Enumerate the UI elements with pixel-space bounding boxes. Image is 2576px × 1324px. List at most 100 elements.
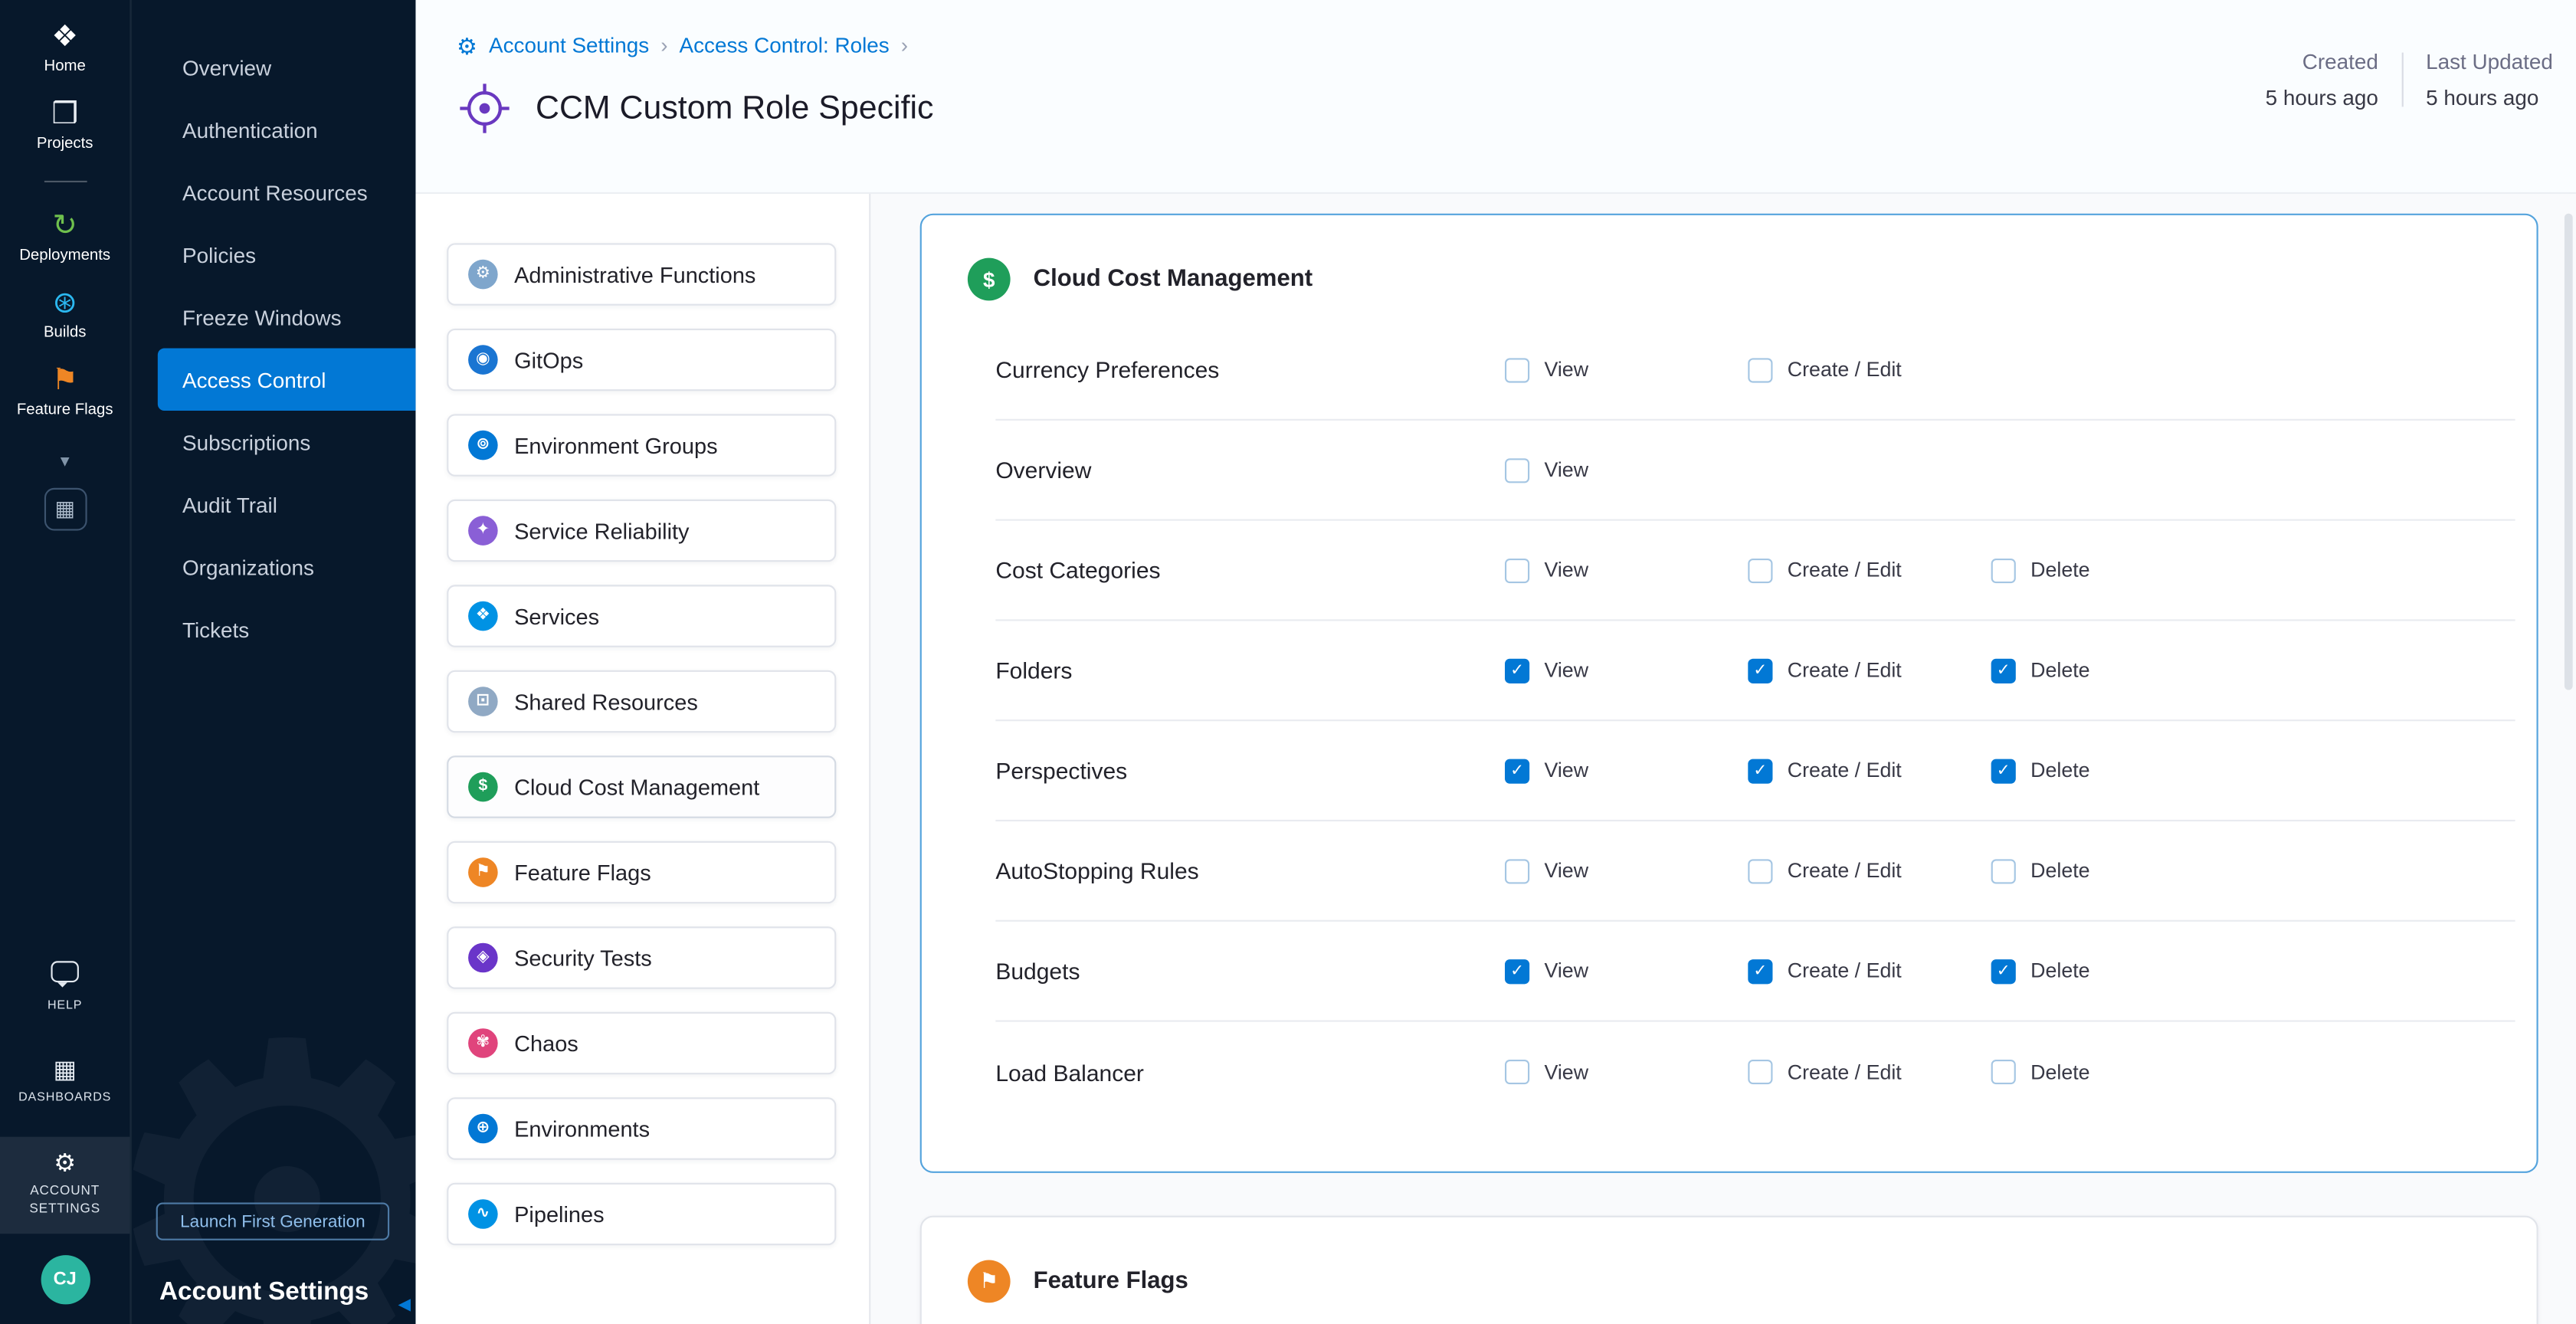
sidebar-item-organizations[interactable]: Organizations bbox=[132, 536, 416, 598]
permission-create-edit[interactable]: Create / Edit bbox=[1748, 357, 1991, 382]
rail-item-dashboards[interactable]: ▦ DASHBOARDS bbox=[0, 1049, 129, 1115]
checkbox-view[interactable]: ✓ bbox=[1505, 759, 1529, 783]
resource-item-service-reliability[interactable]: ✦Service Reliability bbox=[447, 500, 836, 562]
breadcrumb-link-access-control-roles[interactable]: Access Control: Roles bbox=[680, 33, 890, 57]
permission-create-edit[interactable]: Create / Edit bbox=[1748, 558, 1991, 582]
resource-item-cloud-cost-management[interactable]: $Cloud Cost Management bbox=[447, 755, 836, 818]
checkbox-view[interactable] bbox=[1505, 457, 1529, 482]
permission-cells: ViewCreate / EditDelete bbox=[1505, 558, 2234, 582]
rail-item-help[interactable]: HELP bbox=[0, 952, 129, 1022]
permission-cells: ViewCreate / EditDelete bbox=[1505, 858, 2234, 883]
checkbox-delete[interactable]: ✓ bbox=[1991, 759, 2016, 783]
sidebar-item-audit-trail[interactable]: Audit Trail bbox=[132, 474, 416, 536]
permission-cells: View Create / Edit Delete bbox=[1505, 1060, 2234, 1084]
permission-label: Create / Edit bbox=[1788, 358, 1902, 381]
sidebar-item-authentication[interactable]: Authentication bbox=[132, 99, 416, 161]
services-icon: ❖ bbox=[468, 601, 498, 631]
module-grid-button[interactable]: ▦ bbox=[44, 488, 87, 531]
sidebar-item-tickets[interactable]: Tickets bbox=[132, 598, 416, 660]
permission-delete[interactable]: Delete bbox=[1991, 1060, 2234, 1084]
resource-item-shared-resources[interactable]: ⊡Shared Resources bbox=[447, 670, 836, 732]
resource-item-feature-flags[interactable]: ⚑Feature Flags bbox=[447, 841, 836, 903]
checkbox-view[interactable]: ✓ bbox=[1505, 658, 1529, 683]
checkbox-create-edit[interactable] bbox=[1748, 357, 1772, 382]
builds-ci-icon: ⊛ bbox=[53, 287, 77, 317]
permission-cells: View bbox=[1505, 457, 1748, 482]
resource-item-security-tests[interactable]: ◈Security Tests bbox=[447, 926, 836, 988]
permission-view[interactable]: ✓View bbox=[1505, 658, 1748, 683]
rail-item-deployments[interactable]: ↻Deployments bbox=[0, 198, 129, 276]
permission-create-edit[interactable]: Create / Edit bbox=[1748, 858, 1991, 883]
rail-item-feature-flags[interactable]: ⚑Feature Flags bbox=[0, 353, 129, 431]
resource-item-label: Cloud Cost Management bbox=[514, 775, 759, 799]
checkbox-create-edit[interactable]: ✓ bbox=[1748, 759, 1772, 783]
rail-item-account-settings[interactable]: ⚙ ACCOUNT SETTINGS bbox=[0, 1138, 129, 1234]
resource-item-environments[interactable]: ⊕Environments bbox=[447, 1097, 836, 1159]
account-settings-sidebar: OverviewAuthenticationAccount ResourcesP… bbox=[132, 0, 416, 1324]
permission-create-edit[interactable]: Create / Edit bbox=[1748, 1060, 1991, 1084]
sidebar-item-overview[interactable]: Overview bbox=[132, 36, 416, 98]
sidebar-collapse-icon[interactable]: ◀ bbox=[398, 1296, 411, 1315]
permission-view[interactable]: View bbox=[1505, 858, 1748, 883]
checkbox-create-edit[interactable] bbox=[1748, 1060, 1772, 1084]
user-avatar[interactable]: CJ bbox=[41, 1255, 90, 1304]
checkbox-view[interactable] bbox=[1505, 858, 1529, 883]
permission-view[interactable]: View bbox=[1505, 1060, 1748, 1084]
resource-item-administrative-functions[interactable]: ⚙Administrative Functions bbox=[447, 243, 836, 305]
permission-create-edit[interactable]: ✓Create / Edit bbox=[1748, 959, 1991, 983]
resource-item-label: Environment Groups bbox=[514, 433, 717, 457]
permission-view[interactable]: View bbox=[1505, 357, 1748, 382]
permission-delete[interactable]: Delete bbox=[1991, 558, 2234, 582]
rail-item-projects[interactable]: ❒Projects bbox=[0, 87, 129, 165]
resource-item-gitops[interactable]: ◉GitOps bbox=[447, 329, 836, 391]
rail-item-label: Feature Flags bbox=[17, 401, 113, 419]
permission-view[interactable]: ✓View bbox=[1505, 759, 1748, 783]
permission-label: Create / Edit bbox=[1788, 1060, 1902, 1083]
checkbox-create-edit[interactable]: ✓ bbox=[1748, 959, 1772, 983]
permission-delete[interactable]: ✓Delete bbox=[1991, 658, 2234, 683]
checkbox-create-edit[interactable] bbox=[1748, 858, 1772, 883]
checkbox-view[interactable] bbox=[1505, 1060, 1529, 1084]
scrollbar-thumb[interactable] bbox=[2565, 214, 2573, 690]
checkbox-create-edit[interactable] bbox=[1748, 558, 1772, 582]
help-chat-icon bbox=[51, 962, 78, 983]
permission-delete[interactable]: ✓Delete bbox=[1991, 759, 2234, 783]
resource-item-chaos[interactable]: ✾Chaos bbox=[447, 1012, 836, 1074]
checkbox-delete[interactable]: ✓ bbox=[1991, 658, 2016, 683]
launch-first-generation-button[interactable]: Launch First Generation bbox=[156, 1202, 389, 1240]
gear-icon: ⚙ bbox=[54, 1152, 76, 1177]
permission-view[interactable]: ✓View bbox=[1505, 959, 1748, 983]
permission-create-edit[interactable]: ✓Create / Edit bbox=[1748, 658, 1991, 683]
rail-item-home[interactable]: ❖Home bbox=[0, 10, 129, 87]
checkbox-create-edit[interactable]: ✓ bbox=[1748, 658, 1772, 683]
environments-icon: ⊕ bbox=[468, 1114, 498, 1144]
checkbox-delete[interactable] bbox=[1991, 558, 2016, 582]
sidebar-item-access-control[interactable]: Access Control bbox=[158, 349, 416, 411]
resource-item-environment-groups[interactable]: ⊚Environment Groups bbox=[447, 414, 836, 476]
rail-item-builds[interactable]: ⊛Builds bbox=[0, 276, 129, 353]
permission-delete[interactable]: ✓Delete bbox=[1991, 959, 2234, 983]
permission-delete[interactable]: Delete bbox=[1991, 858, 2234, 883]
resource-name: Perspectives bbox=[995, 757, 1505, 783]
checkbox-view[interactable] bbox=[1505, 357, 1529, 382]
sidebar-item-account-resources[interactable]: Account Resources bbox=[132, 161, 416, 223]
sidebar-item-subscriptions[interactable]: Subscriptions bbox=[132, 411, 416, 473]
permission-view[interactable]: View bbox=[1505, 558, 1748, 582]
page-header: ⚙ Account Settings › Access Control: Rol… bbox=[415, 0, 2575, 194]
resource-item-pipelines[interactable]: ∿Pipelines bbox=[447, 1183, 836, 1245]
checkbox-delete[interactable]: ✓ bbox=[1991, 959, 2016, 983]
service-reliability-icon: ✦ bbox=[468, 516, 498, 546]
permission-view[interactable]: View bbox=[1505, 457, 1748, 482]
checkbox-view[interactable]: ✓ bbox=[1505, 959, 1529, 983]
sidebar-item-policies[interactable]: Policies bbox=[132, 224, 416, 286]
permission-create-edit[interactable]: ✓Create / Edit bbox=[1748, 759, 1991, 783]
checkbox-delete[interactable] bbox=[1991, 1060, 2016, 1084]
checkbox-delete[interactable] bbox=[1991, 858, 2016, 883]
chevron-down-icon[interactable]: ▾ bbox=[61, 450, 70, 471]
resource-item-services[interactable]: ❖Services bbox=[447, 585, 836, 647]
breadcrumb-link-account-settings[interactable]: Account Settings bbox=[489, 33, 649, 57]
resource-item-label: Security Tests bbox=[514, 945, 652, 970]
permission-row-perspectives: Perspectives✓View✓Create / Edit✓Delete bbox=[995, 721, 2515, 821]
sidebar-item-freeze-windows[interactable]: Freeze Windows bbox=[132, 286, 416, 348]
checkbox-view[interactable] bbox=[1505, 558, 1529, 582]
